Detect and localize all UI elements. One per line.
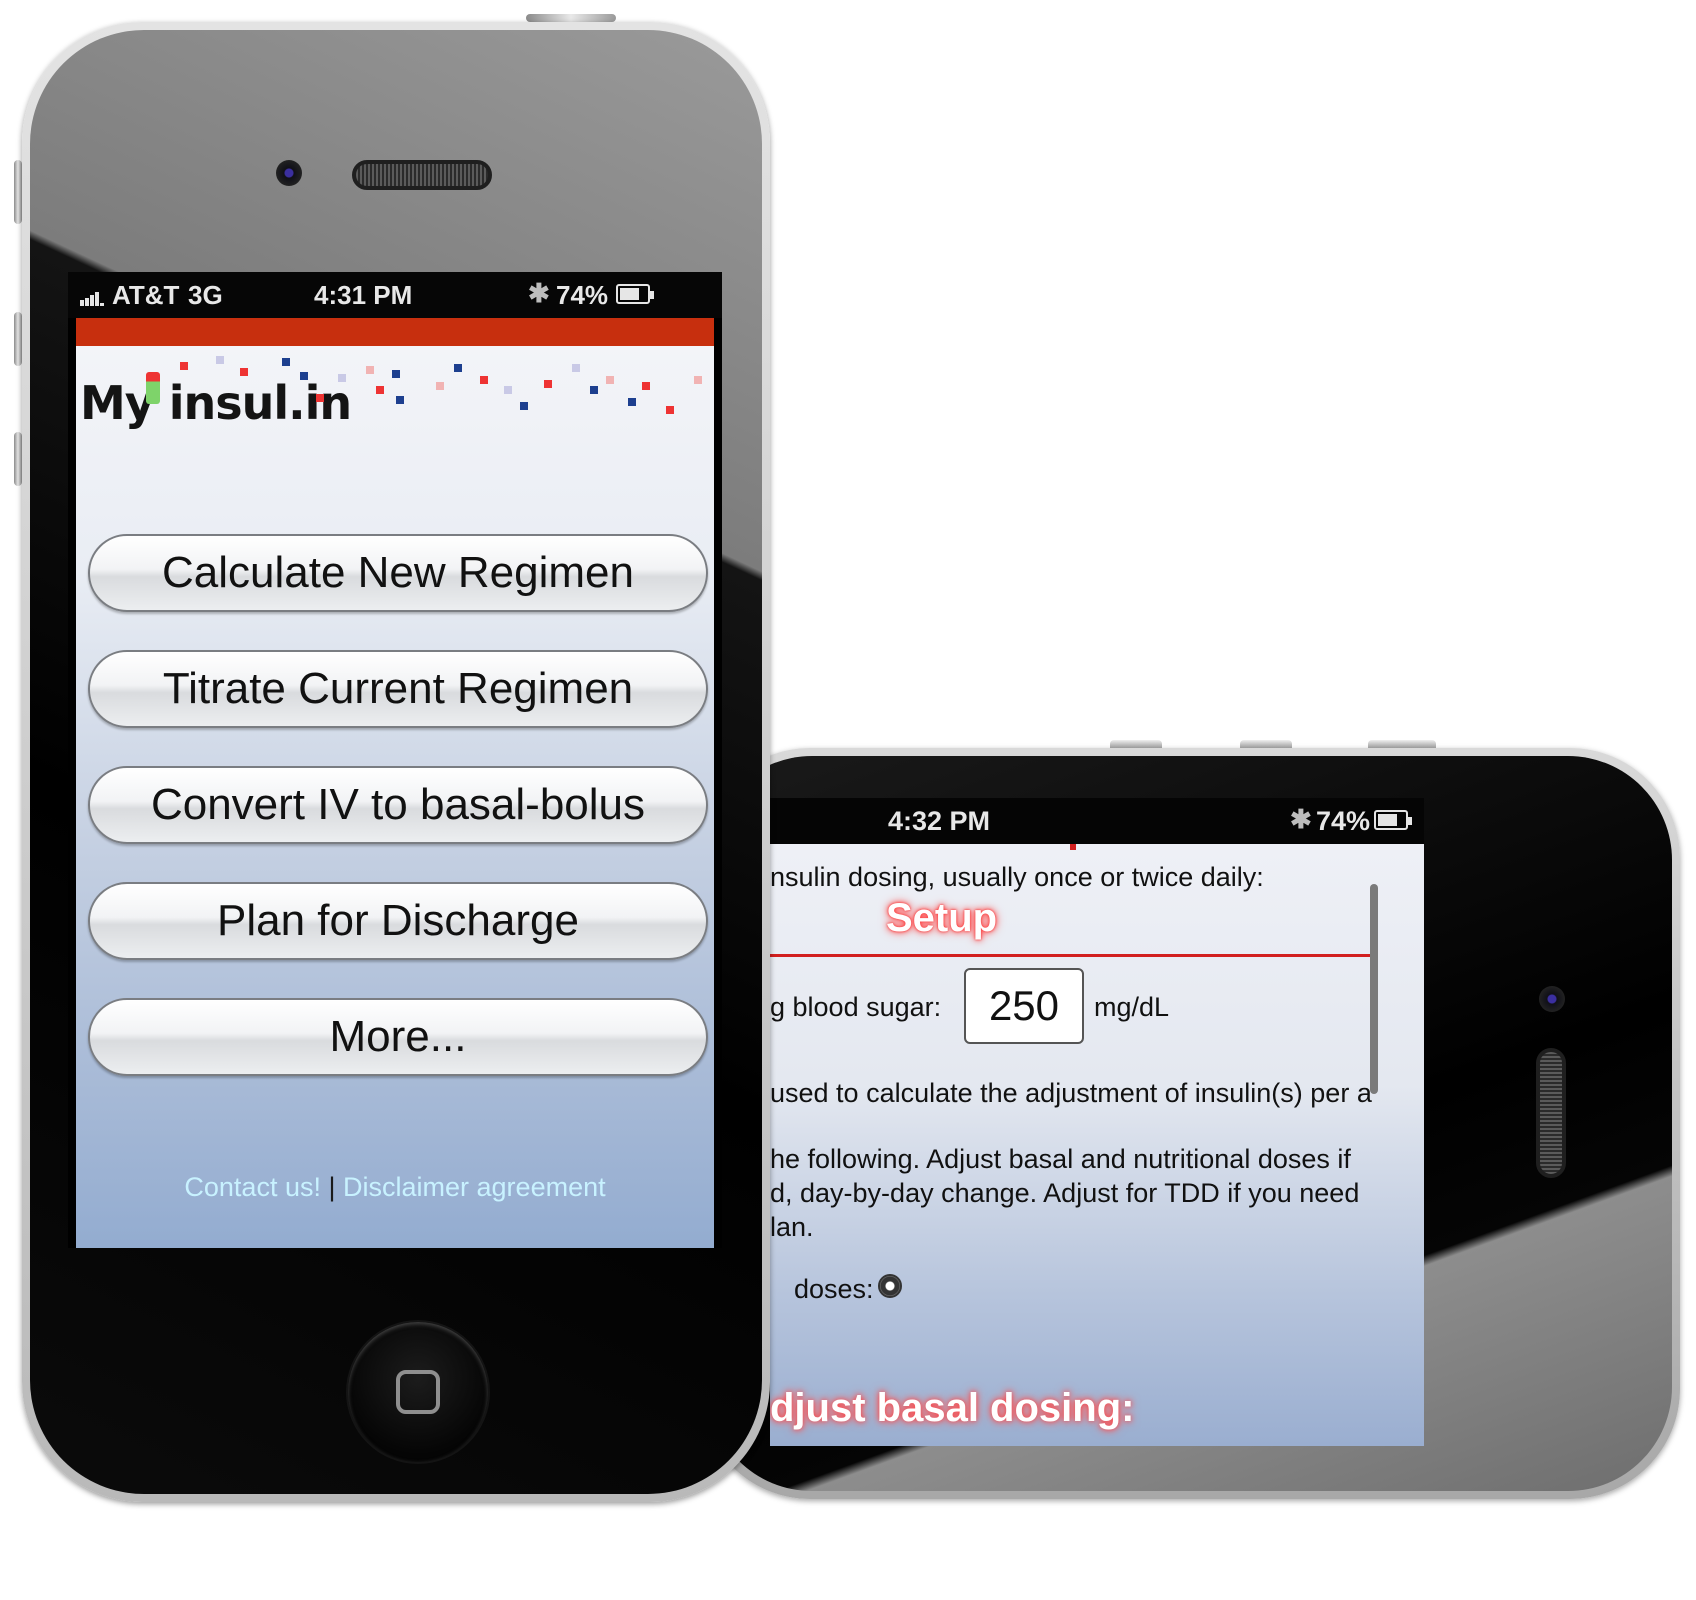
decor-dot: [366, 366, 374, 374]
mute-switch: [14, 160, 22, 224]
decor-dot: [642, 382, 650, 390]
decor-dot: [338, 374, 346, 382]
decor-dot: [1070, 844, 1076, 850]
decor-dot: [316, 394, 324, 402]
decor-dot: [240, 368, 248, 376]
decor-dot: [282, 358, 290, 366]
section-divider: [770, 954, 1374, 957]
blood-sugar-input[interactable]: 250: [964, 968, 1084, 1044]
calculate-new-regimen-button[interactable]: Calculate New Regimen: [88, 534, 708, 612]
status-time: 4:32 PM: [888, 806, 991, 836]
bluetooth-icon: ✱: [528, 278, 550, 308]
instruction-line: he following. Adjust basal and nutrition…: [770, 1144, 1351, 1174]
plan-for-discharge-button[interactable]: Plan for Discharge: [88, 882, 708, 960]
home-square-icon: [396, 1370, 440, 1414]
logo-text: My insul.in: [80, 376, 352, 430]
battery-icon: [616, 284, 654, 304]
volume-button: [1240, 740, 1292, 748]
carrier-name: AT&T: [112, 280, 180, 310]
decor-dot: [376, 386, 384, 394]
section-title-adjust-basal: djust basal dosing:: [770, 1386, 1135, 1430]
decor-dot: [504, 386, 512, 394]
decor-dot: [396, 396, 404, 404]
decor-dot: [180, 362, 188, 370]
decor-dot: [520, 402, 528, 410]
power-button: [526, 14, 616, 22]
insulin-vial-icon: [146, 372, 160, 404]
contact-us-link[interactable]: Contact us!: [184, 1172, 321, 1202]
speaker-grille: [1536, 1048, 1566, 1178]
dosing-note: nsulin dosing, usually once or twice dai…: [770, 862, 1264, 892]
main-screen: AT&T 3G 4:31 PM ✱ 74% My insul.in Calcul…: [68, 272, 722, 1248]
decor-dot: [216, 356, 224, 364]
decor-dot: [480, 376, 488, 384]
speaker-grille: [352, 160, 492, 190]
blood-sugar-unit: mg/dL: [1094, 992, 1170, 1022]
decor-dot: [392, 370, 400, 378]
decor-dot: [300, 372, 308, 380]
footer-links: Contact us! | Disclaimer agreement: [76, 1172, 714, 1203]
header-accent-bar: [76, 318, 714, 346]
link-separator: |: [328, 1172, 336, 1202]
status-bar: 4:32 PM ✱ 74%: [770, 798, 1424, 844]
decor-dot: [628, 398, 636, 406]
doses-label: doses:: [794, 1274, 874, 1304]
decor-dot: [666, 406, 674, 414]
decor-dot: [590, 386, 598, 394]
scrollbar[interactable]: [1370, 884, 1378, 1094]
setup-content: nsulin dosing, usually once or twice dai…: [770, 844, 1424, 1446]
front-camera-icon: [276, 160, 302, 186]
more-button[interactable]: More...: [88, 998, 708, 1076]
status-time: 4:31 PM: [314, 280, 413, 310]
power-button: [1368, 740, 1436, 748]
blood-sugar-label: g blood sugar:: [770, 992, 942, 1022]
decor-dot: [572, 364, 580, 372]
home-content: My insul.in Calculate New Regimen Titrat…: [76, 346, 714, 1248]
home-button[interactable]: [348, 1322, 488, 1462]
instruction-line: lan.: [770, 1212, 814, 1242]
signal-bars-icon: [80, 292, 106, 306]
decor-dot: [436, 382, 444, 390]
decor-dot: [544, 380, 552, 388]
adjustment-text: used to calculate the adjustment of insu…: [770, 1078, 1372, 1108]
volume-up-button: [14, 312, 22, 366]
battery-icon: [1374, 810, 1412, 830]
status-bar: AT&T 3G 4:31 PM ✱ 74%: [68, 272, 722, 318]
battery-percent: 74%: [1316, 806, 1371, 836]
decor-dot: [606, 376, 614, 384]
front-camera-icon: [1539, 986, 1565, 1012]
convert-iv-button[interactable]: Convert IV to basal-bolus: [88, 766, 708, 844]
secondary-screen: 4:32 PM ✱ 74% nsulin dosing, usually onc…: [770, 798, 1424, 1446]
decor-dot: [454, 364, 462, 372]
network-type: 3G: [188, 280, 223, 310]
decor-dot: [694, 376, 702, 384]
disclaimer-link[interactable]: Disclaimer agreement: [343, 1172, 606, 1202]
battery-percent: 74%: [556, 280, 609, 310]
volume-down-button: [14, 432, 22, 486]
doses-radio[interactable]: [878, 1274, 902, 1298]
app-logo: My insul.in: [76, 346, 714, 436]
bluetooth-icon: ✱: [1290, 804, 1312, 834]
titrate-current-regimen-button[interactable]: Titrate Current Regimen: [88, 650, 708, 728]
volume-button: [1110, 740, 1162, 748]
section-title-setup: Setup: [886, 896, 998, 940]
instruction-line: d, day-by-day change. Adjust for TDD if …: [770, 1178, 1360, 1208]
